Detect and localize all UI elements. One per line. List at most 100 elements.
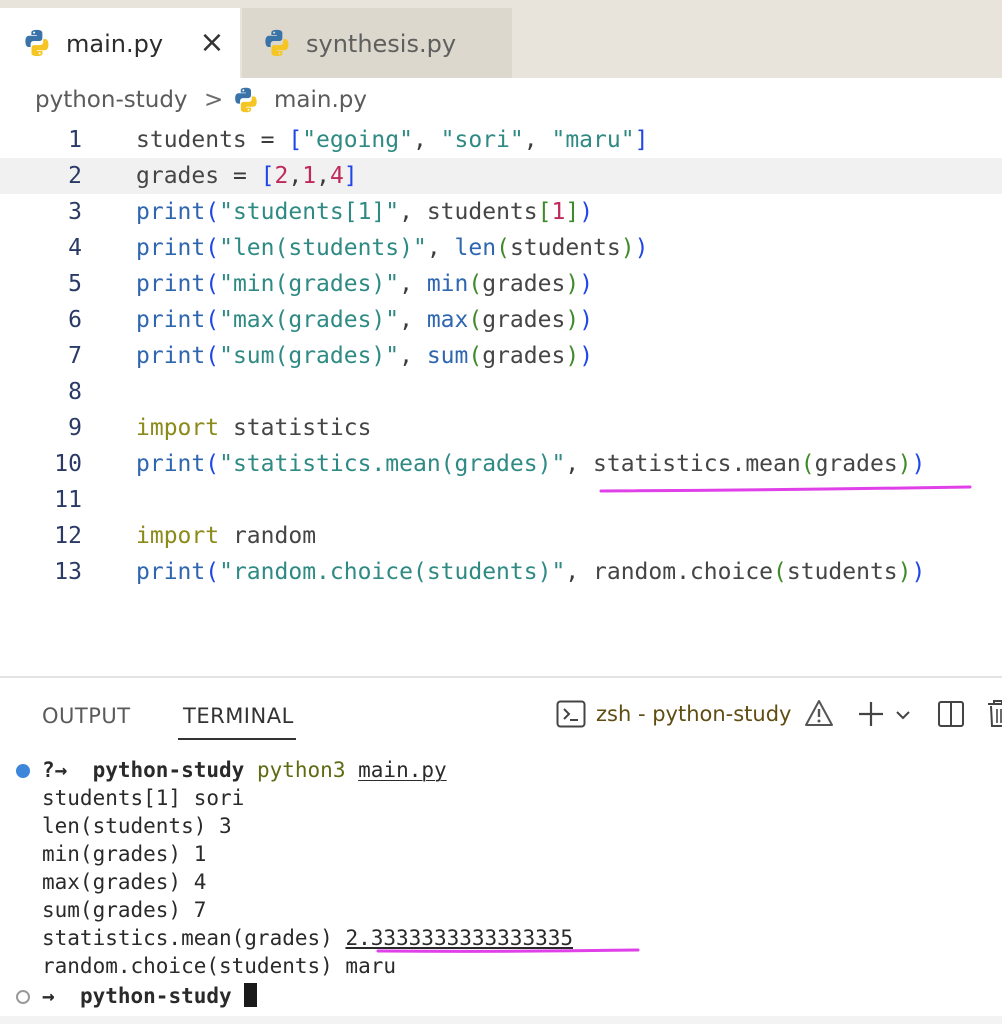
split-terminal-icon[interactable] (937, 700, 965, 728)
tab-terminal[interactable]: TERMINAL (183, 702, 294, 730)
command-argument[interactable]: main.py (358, 758, 447, 782)
code-token: random (232, 523, 317, 549)
code-token: ) (565, 271, 580, 297)
code-text: print("students[1]", students[1]) (136, 194, 593, 230)
code-token: random.choice (593, 559, 774, 585)
chevron-down-icon[interactable] (894, 706, 912, 724)
code-token: 1 (302, 163, 317, 189)
command-success-indicator[interactable] (16, 764, 30, 778)
code-token: print (136, 199, 206, 225)
line-number: 4 (68, 235, 82, 261)
code-token: print (136, 451, 206, 477)
terminal-output-line: sum(grades) 7 (42, 898, 207, 922)
trash-icon[interactable] (986, 698, 1002, 728)
code-token: 2 (274, 163, 289, 189)
code-token: , (399, 307, 427, 333)
line-number: 2 (68, 163, 82, 189)
code-token: , (316, 163, 330, 189)
code-token: , (426, 235, 455, 261)
code-line[interactable]: 2 grades = [2,1,4] (0, 158, 1002, 194)
code-token: students (509, 235, 621, 261)
code-text: import random (136, 518, 316, 554)
terminal-prompt-line: ?→ python-study python3 main.py (42, 756, 447, 784)
tab-output[interactable]: OUTPUT (42, 702, 131, 730)
code-token: [ (537, 199, 552, 225)
code-token: , (565, 451, 593, 477)
terminal-output-line: len(students) 3 (42, 814, 232, 838)
code-text: print("statistics.mean(grades)", statist… (136, 446, 925, 482)
code-token: grades (136, 163, 220, 189)
code-token: students (136, 127, 247, 153)
code-line[interactable]: 7 print("sum(grades)", sum(grades)) (0, 338, 1002, 374)
warning-icon[interactable] (804, 698, 834, 728)
code-token: , (412, 127, 441, 153)
code-token: , (523, 127, 552, 153)
terminal-output-line: statistics.mean(grades) 2.33333333333333… (42, 924, 573, 952)
code-line[interactable]: 12 import random (0, 518, 1002, 554)
code-token: = (219, 163, 261, 189)
breadcrumb: python-study > main.py (0, 78, 1002, 122)
code-line[interactable]: 4 print("len(students)", len(students)) (0, 230, 1002, 266)
terminal-name[interactable]: zsh - python-study (596, 700, 791, 728)
code-text: print("sum(grades)", sum(grades)) (136, 338, 593, 374)
code-token: ] (565, 199, 580, 225)
terminal-icon[interactable] (556, 700, 586, 728)
code-token: "students[1]" (219, 199, 400, 225)
prompt-directory: python-study (92, 758, 245, 782)
code-token: ) (911, 559, 926, 585)
code-line[interactable]: 6 print("max(grades)", max(grades)) (0, 302, 1002, 338)
code-token: ) (911, 451, 926, 477)
tab-main-py[interactable]: main.py × (0, 8, 240, 78)
code-token: "random.choice(students)" (219, 559, 566, 585)
code-text: import statistics (136, 410, 371, 446)
code-editor[interactable]: 1 students = ["egoing", "sori", "maru"] 2 g… (0, 122, 1002, 674)
breadcrumb-folder[interactable]: python-study (35, 84, 188, 116)
code-line[interactable]: 8 (0, 374, 1002, 410)
breadcrumb-separator: > (204, 87, 224, 113)
code-text: print("random.choice(students)", random.… (136, 554, 925, 590)
code-line[interactable]: 13 print("random.choice(students)", rando… (0, 554, 1002, 590)
code-token: ( (496, 235, 510, 261)
code-token: ) (565, 343, 580, 369)
code-token: ( (205, 235, 220, 261)
code-token: "min(grades)" (219, 271, 400, 297)
line-number: 13 (54, 559, 82, 585)
terminal-output-line: students[1] sori (42, 786, 245, 810)
code-token: 1 (551, 199, 566, 225)
code-token: ) (634, 235, 649, 261)
code-token: students (426, 199, 538, 225)
mean-value: 2.3333333333333335 (345, 926, 574, 950)
line-number: 9 (68, 415, 82, 441)
code-token: grades (482, 307, 566, 333)
close-icon[interactable]: × (198, 28, 226, 58)
code-line[interactable]: 3 print("students[1]", students[1]) (0, 194, 1002, 230)
code-token: ( (468, 271, 483, 297)
code-token: ] (634, 127, 649, 153)
tab-label: main.py (66, 30, 164, 58)
python-icon (25, 29, 49, 57)
terminal-content[interactable]: ?→ python-study python3 main.py students… (0, 752, 1002, 1024)
tab-synthesis-py[interactable]: synthesis.py (242, 8, 512, 78)
code-token: statistics (232, 415, 372, 441)
tab-label: synthesis.py (306, 30, 457, 58)
code-token: ) (620, 235, 635, 261)
code-token: ( (205, 307, 220, 333)
code-token: , (565, 559, 593, 585)
code-token: ( (205, 271, 220, 297)
line-number: 3 (68, 199, 82, 225)
panel-tab-bar: OUTPUT TERMINAL zsh - python-study (0, 678, 1002, 746)
code-line[interactable]: 5 print("min(grades)", min(grades)) (0, 266, 1002, 302)
bottom-panel: OUTPUT TERMINAL zsh - python-study ?→ py… (0, 676, 1002, 1024)
code-line[interactable]: 11 (0, 482, 1002, 518)
breadcrumb-file[interactable]: main.py (274, 84, 367, 116)
terminal-prompt-line: → python-study (42, 982, 258, 1010)
plus-icon[interactable] (857, 700, 885, 728)
command-pending-indicator[interactable] (16, 990, 30, 1004)
code-line[interactable]: 10 print("statistics.mean(grades)", stati… (0, 446, 1002, 482)
code-token: "sum(grades)" (219, 343, 400, 369)
code-line[interactable]: 1 students = ["egoing", "sori", "maru"] (0, 122, 1002, 158)
code-line[interactable]: 9 import statistics (0, 410, 1002, 446)
code-token: ) (897, 559, 912, 585)
code-token: [ (288, 127, 303, 153)
